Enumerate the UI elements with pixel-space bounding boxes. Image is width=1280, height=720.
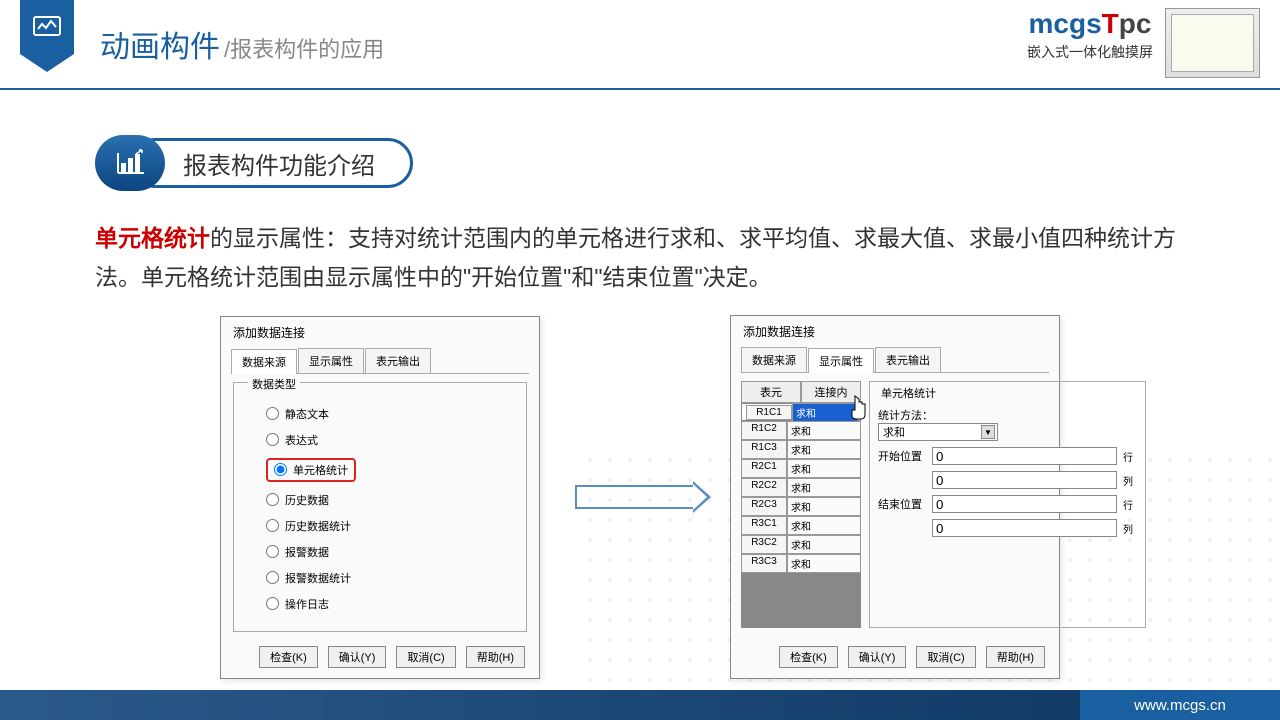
start-label: 开始位置: [878, 448, 926, 464]
check-button[interactable]: 检查(K): [259, 646, 318, 668]
tab-0[interactable]: 数据来源: [231, 349, 297, 374]
dialog-stats: 添加数据连接 数据来源显示属性表元输出 表元 连接内 R1C1求和R1C2求和R…: [730, 315, 1060, 679]
section-header: 报表构件功能介绍: [95, 135, 1280, 191]
table-row[interactable]: R2C3求和: [741, 497, 861, 516]
dialog-title: 添加数据连接: [731, 316, 1059, 347]
chart-icon: [95, 135, 165, 191]
ok-button[interactable]: 确认(Y): [848, 646, 907, 668]
footer: www.mcgs.cn: [0, 690, 1280, 720]
radio-3[interactable]: 历史数据: [266, 487, 512, 513]
header: 动画构件/报表构件的应用 mcgsTpc 嵌入式一体化触摸屏: [0, 0, 1280, 90]
description: 单元格统计的显示属性：支持对统计范围内的单元格进行求和、求平均值、求最大值、求最…: [95, 219, 1185, 297]
start-row-input[interactable]: [932, 447, 1117, 465]
ok-button[interactable]: 确认(Y): [328, 646, 387, 668]
method-label: 统计方法：: [878, 407, 1137, 423]
col-header: 连接内: [801, 381, 861, 403]
footer-url: www.mcgs.cn: [1080, 690, 1280, 720]
tabs: 数据来源显示属性表元输出: [231, 348, 529, 374]
arrow-icon: [575, 485, 695, 509]
radio-5[interactable]: 报警数据: [266, 539, 512, 565]
tab-0[interactable]: 数据来源: [741, 347, 807, 372]
section-title: 报表构件功能介绍: [130, 138, 413, 188]
tab-2[interactable]: 表元输出: [875, 347, 941, 372]
end-label: 结束位置: [878, 496, 926, 512]
radio-6[interactable]: 报警数据统计: [266, 565, 512, 591]
radio-7[interactable]: 操作日志: [266, 591, 512, 617]
cancel-button[interactable]: 取消(C): [916, 646, 975, 668]
table-row[interactable]: R1C2求和: [741, 421, 861, 440]
table-row[interactable]: R3C2求和: [741, 535, 861, 554]
radio-4[interactable]: 历史数据统计: [266, 513, 512, 539]
badge-icon: [20, 0, 74, 54]
stats-title: 单元格统计: [878, 385, 939, 401]
fieldset-label: 数据类型: [248, 376, 300, 392]
table-row[interactable]: R2C2求和: [741, 478, 861, 497]
help-button[interactable]: 帮助(H): [986, 646, 1045, 668]
table-row[interactable]: R3C1求和: [741, 516, 861, 535]
help-button[interactable]: 帮助(H): [466, 646, 525, 668]
dropdown-icon: ▼: [981, 425, 995, 439]
table-row[interactable]: R3C3求和: [741, 554, 861, 573]
end-row-input[interactable]: [932, 495, 1117, 513]
logo-tagline: 嵌入式一体化触摸屏: [1027, 42, 1153, 62]
badge: [20, 0, 80, 70]
table-row[interactable]: R2C1求和: [741, 459, 861, 478]
col-header: 表元: [741, 381, 801, 403]
page-title: 动画构件/报表构件的应用: [100, 22, 384, 66]
start-col-input[interactable]: [932, 471, 1117, 489]
method-select[interactable]: 求和 ▼: [878, 423, 998, 441]
cancel-button[interactable]: 取消(C): [396, 646, 455, 668]
device-thumbnail: [1165, 8, 1260, 78]
stats-fieldset: 单元格统计 统计方法： 求和 ▼ 开始位置 行 列 结束位置: [869, 381, 1146, 628]
table-row[interactable]: R1C3求和: [741, 440, 861, 459]
end-col-input[interactable]: [932, 519, 1117, 537]
table-row[interactable]: R1C1求和: [741, 403, 861, 421]
radio-0[interactable]: 静态文本: [266, 401, 512, 427]
tabs: 数据来源显示属性表元输出: [741, 347, 1049, 373]
logo: mcgsTpc: [1027, 8, 1153, 40]
check-button[interactable]: 检查(K): [779, 646, 838, 668]
radio-2[interactable]: 单元格统计: [266, 453, 512, 487]
tab-1[interactable]: 显示属性: [808, 348, 874, 373]
logo-area: mcgsTpc 嵌入式一体化触摸屏: [1027, 8, 1260, 78]
radio-1[interactable]: 表达式: [266, 427, 512, 453]
tab-2[interactable]: 表元输出: [365, 348, 431, 373]
dialog-title: 添加数据连接: [221, 317, 539, 348]
tab-1[interactable]: 显示属性: [298, 348, 364, 373]
cell-table[interactable]: 表元 连接内 R1C1求和R1C2求和R1C3求和R2C1求和R2C2求和R2C…: [741, 381, 861, 628]
dialog-data-type: 添加数据连接 数据来源显示属性表元输出 数据类型 静态文本表达式单元格统计历史数…: [220, 316, 540, 679]
